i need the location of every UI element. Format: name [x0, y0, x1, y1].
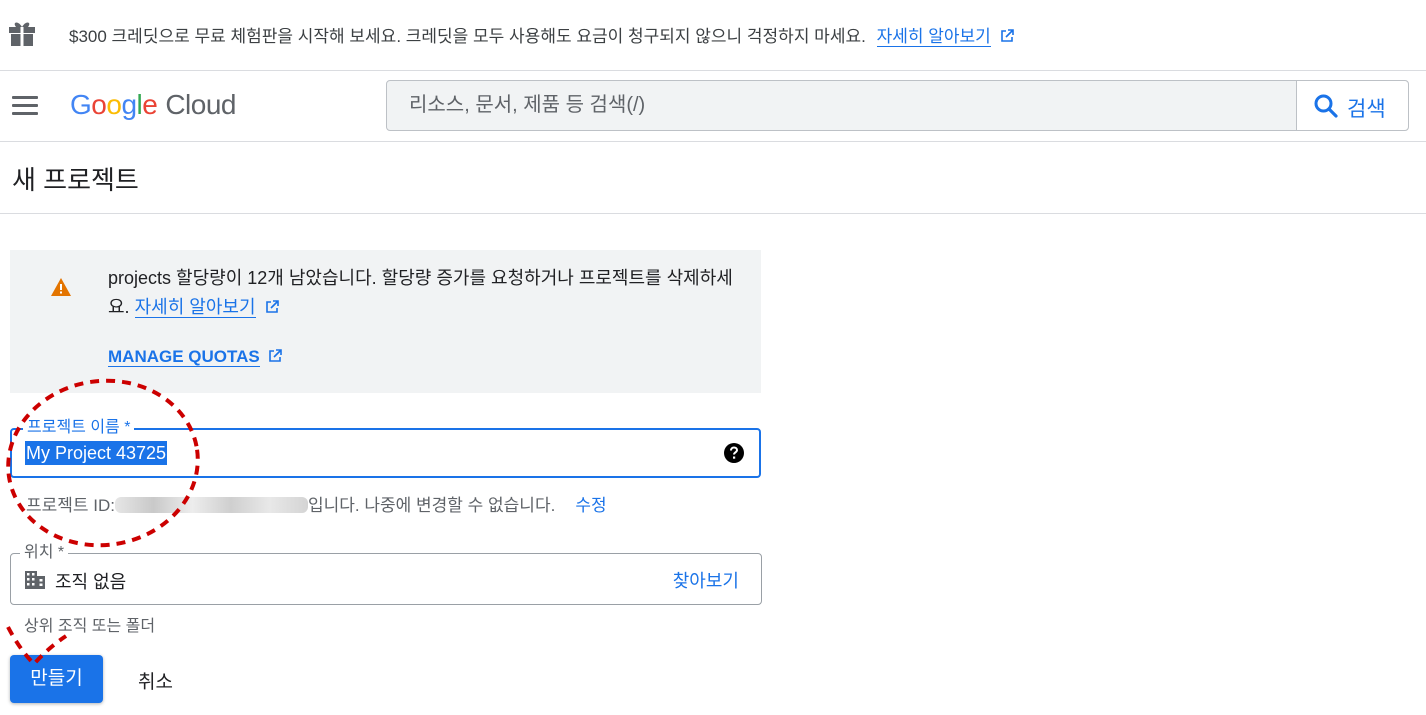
location-hint: 상위 조직 또는 폴더 — [24, 618, 156, 635]
search-input[interactable] — [387, 81, 1297, 130]
external-link-icon — [269, 349, 283, 362]
banner-divider — [0, 70, 1426, 71]
warning-icon — [51, 278, 71, 296]
help-icon[interactable] — [723, 442, 745, 464]
search-icon — [1314, 94, 1338, 118]
hamburger-menu-icon[interactable] — [10, 94, 40, 118]
quota-warning-text: projects 할당량이 12개 남았습니다. 할당량 증가를 요청하거나 프… — [108, 264, 748, 322]
header-divider — [0, 141, 1426, 142]
location-value: 조직 없음 — [55, 572, 127, 592]
project-id-prefix: 프로젝트 ID: — [26, 496, 116, 515]
promo-banner: $300 크레딧으로 무료 체험판을 시작해 보세요. 크레딧을 모두 사용해도… — [0, 0, 1426, 70]
external-link-icon — [1000, 29, 1014, 42]
manage-quotas-label: MANAGE QUOTAS — [108, 347, 260, 367]
search-button-label: 검색 — [1347, 98, 1386, 121]
quota-warning-box: projects 할당량이 12개 남았습니다. 할당량 증가를 요청하거나 프… — [10, 250, 761, 393]
quota-learn-more-link[interactable]: 자세히 알아보기 — [134, 297, 256, 318]
search-button[interactable]: 검색 — [1296, 81, 1408, 130]
external-link-icon — [265, 300, 279, 313]
project-id-value-redacted — [115, 497, 309, 513]
google-cloud-logo[interactable]: Google Cloud — [70, 89, 236, 121]
gift-icon — [9, 22, 35, 46]
project-name-input[interactable]: My Project 43725 — [25, 441, 168, 465]
project-name-label: 프로젝트 이름 * — [23, 419, 135, 437]
project-name-field[interactable]: 프로젝트 이름 * My Project 43725 — [10, 419, 761, 478]
create-button[interactable]: 만들기 — [10, 655, 103, 703]
page-title: 새 프로젝트 — [12, 165, 139, 195]
location-label: 위치 * — [20, 544, 69, 562]
banner-message: $300 크레딧으로 무료 체험판을 시작해 보세요. 크레딧을 모두 사용해도… — [69, 27, 866, 46]
edit-project-id-link[interactable]: 수정 — [575, 496, 606, 515]
project-id-suffix: 입니다. 나중에 변경할 수 없습니다. — [308, 496, 556, 515]
browse-location-button[interactable]: 찾아보기 — [673, 567, 739, 593]
banner-text: $300 크레딧으로 무료 체험판을 시작해 보세요. 크레딧을 모두 사용해도… — [69, 22, 1014, 47]
project-id-row: 프로젝트 ID: 입니다. 나중에 변경할 수 없습니다. 수정 — [26, 491, 607, 516]
manage-quotas-link[interactable]: MANAGE QUOTAS — [108, 347, 283, 367]
organization-icon — [25, 571, 45, 589]
search-bar: 검색 — [386, 80, 1409, 131]
location-field[interactable]: 위치 * 조직 없음 찾아보기 — [10, 544, 762, 605]
banner-learn-more-link[interactable]: 자세히 알아보기 — [876, 27, 991, 47]
cancel-button[interactable]: 취소 — [138, 667, 173, 694]
title-divider — [0, 213, 1426, 214]
